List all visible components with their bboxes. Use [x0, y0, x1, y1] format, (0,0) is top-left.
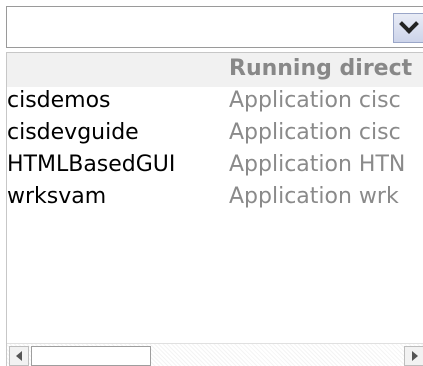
row-name: cisdemos: [7, 88, 111, 113]
application-list: Running direct cisdemos Application cisc…: [6, 52, 423, 366]
row-directory: Application HTN: [229, 152, 406, 177]
table-row[interactable]: HTMLBasedGUI Application HTN: [7, 151, 423, 183]
column-header-running-directory[interactable]: Running direct: [229, 56, 412, 81]
chevron-down-icon: [398, 14, 419, 34]
table-row[interactable]: cisdemos Application cisc: [7, 87, 423, 119]
application-dropdown[interactable]: [6, 6, 423, 48]
app-window: Running direct cisdemos Application cisc…: [0, 0, 423, 366]
row-directory: Application cisc: [229, 88, 401, 113]
table-body: cisdemos Application cisc cisdevguide Ap…: [7, 87, 423, 215]
horizontal-scrollbar[interactable]: [7, 343, 423, 366]
row-directory: Application cisc: [229, 120, 401, 145]
scroll-right-button[interactable]: [404, 346, 423, 366]
table-row[interactable]: cisdevguide Application cisc: [7, 119, 423, 151]
row-name: wrksvam: [7, 184, 107, 209]
table-row[interactable]: wrksvam Application wrk: [7, 183, 423, 215]
row-directory: Application wrk: [229, 184, 399, 209]
row-name: HTMLBasedGUI: [7, 152, 176, 177]
scroll-left-button[interactable]: [9, 346, 29, 366]
table-header: Running direct: [7, 53, 423, 87]
dropdown-button[interactable]: [393, 13, 423, 43]
arrow-right-icon: [411, 351, 418, 361]
arrow-left-icon: [16, 351, 22, 361]
scrollbar-thumb[interactable]: [31, 346, 151, 366]
row-name: cisdevguide: [7, 120, 139, 145]
